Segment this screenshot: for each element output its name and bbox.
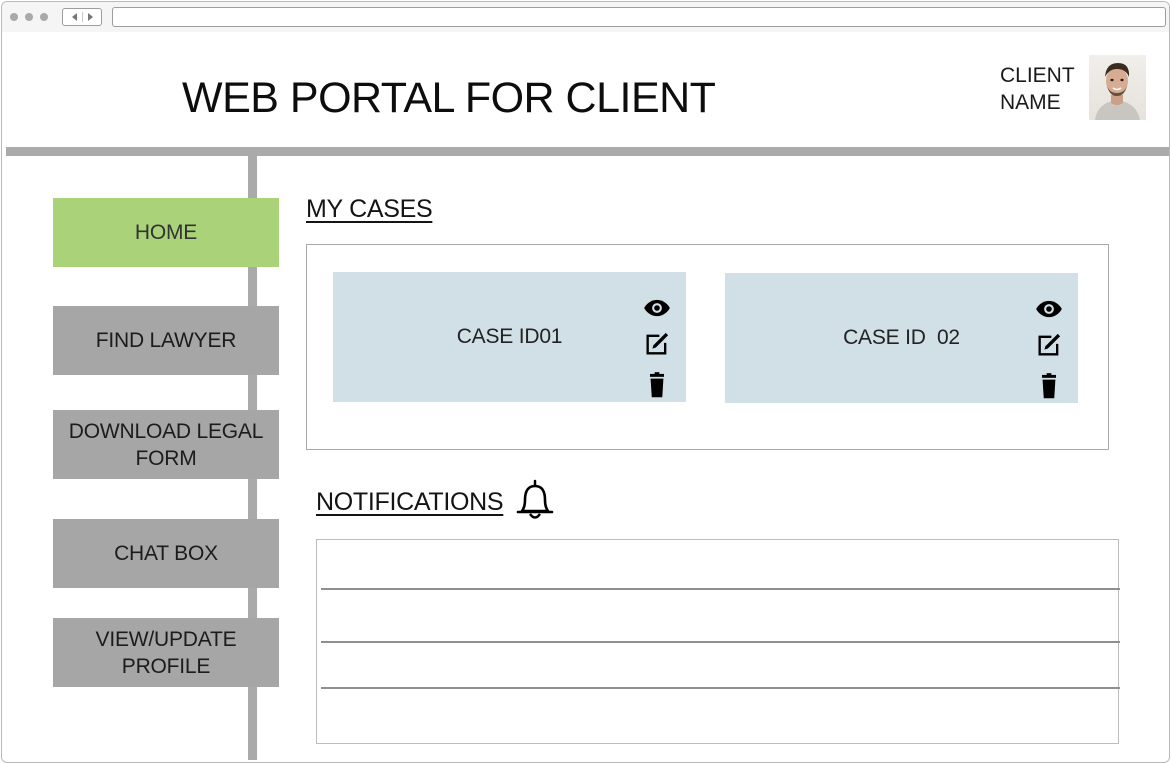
sidebar-item-view-update-profile[interactable]: VIEW/UPDATE PROFILE [53,618,279,687]
sidebar-item-download-legal-form[interactable]: DOWNLOAD LEGAL FORM [53,410,279,479]
address-bar[interactable] [112,7,1166,27]
cases-panel: CASE ID01 CASE ID 02 [306,244,1109,450]
client-name-line: NAME [1000,91,1061,114]
window-dot [40,13,48,21]
notification-row-divider [321,687,1120,689]
trash-icon[interactable] [643,371,671,399]
divider [82,12,83,22]
sidebar-item-find-lawyer[interactable]: FIND LAWYER [53,306,279,375]
sidebar-item-label: DOWNLOAD LEGAL FORM [68,419,264,470]
notification-row-divider [321,588,1120,590]
browser-chrome [2,2,1169,32]
client-name-line: CLIENT [1000,64,1075,87]
header-divider [6,147,1169,156]
notification-row-divider [321,641,1120,643]
sidebar-item-label: VIEW/UPDATE PROFILE [95,627,237,678]
window-dot [10,13,18,21]
case-id-label: CASE ID01 [456,325,563,348]
avatar-portrait-icon [1095,63,1140,120]
back-forward-buttons[interactable] [62,8,102,26]
notifications-panel [316,539,1120,744]
forward-arrow-icon[interactable] [88,13,93,21]
trash-icon[interactable] [1035,372,1063,400]
eye-icon[interactable] [643,294,671,322]
page-title: WEB PORTAL FOR CLIENT [182,74,716,122]
browser-window: WEB PORTAL FOR CLIENT CLIENT NAME HOME F… [1,1,1170,763]
edit-icon[interactable] [1035,331,1063,359]
case-card[interactable]: CASE ID01 [333,272,686,402]
case-card[interactable]: CASE ID 02 [725,273,1078,403]
window-dot [25,13,33,21]
eye-icon[interactable] [1035,295,1063,323]
client-name: CLIENT NAME [1000,62,1075,116]
my-cases-heading: MY CASES [306,195,433,223]
sidebar-item-label: HOME [134,221,198,244]
back-arrow-icon[interactable] [72,13,77,21]
sidebar-item-chat-box[interactable]: CHAT BOX [53,519,279,588]
sidebar-item-home[interactable]: HOME [53,198,279,267]
sidebar-item-label: CHAT BOX [114,542,218,565]
case-id-label: CASE ID 02 [843,326,960,349]
notifications-heading: NOTIFICATIONS [316,488,504,516]
avatar[interactable] [1089,55,1146,120]
edit-icon[interactable] [643,330,671,358]
bell-icon[interactable] [514,478,556,522]
sidebar-item-label: FIND LAWYER [95,329,237,352]
